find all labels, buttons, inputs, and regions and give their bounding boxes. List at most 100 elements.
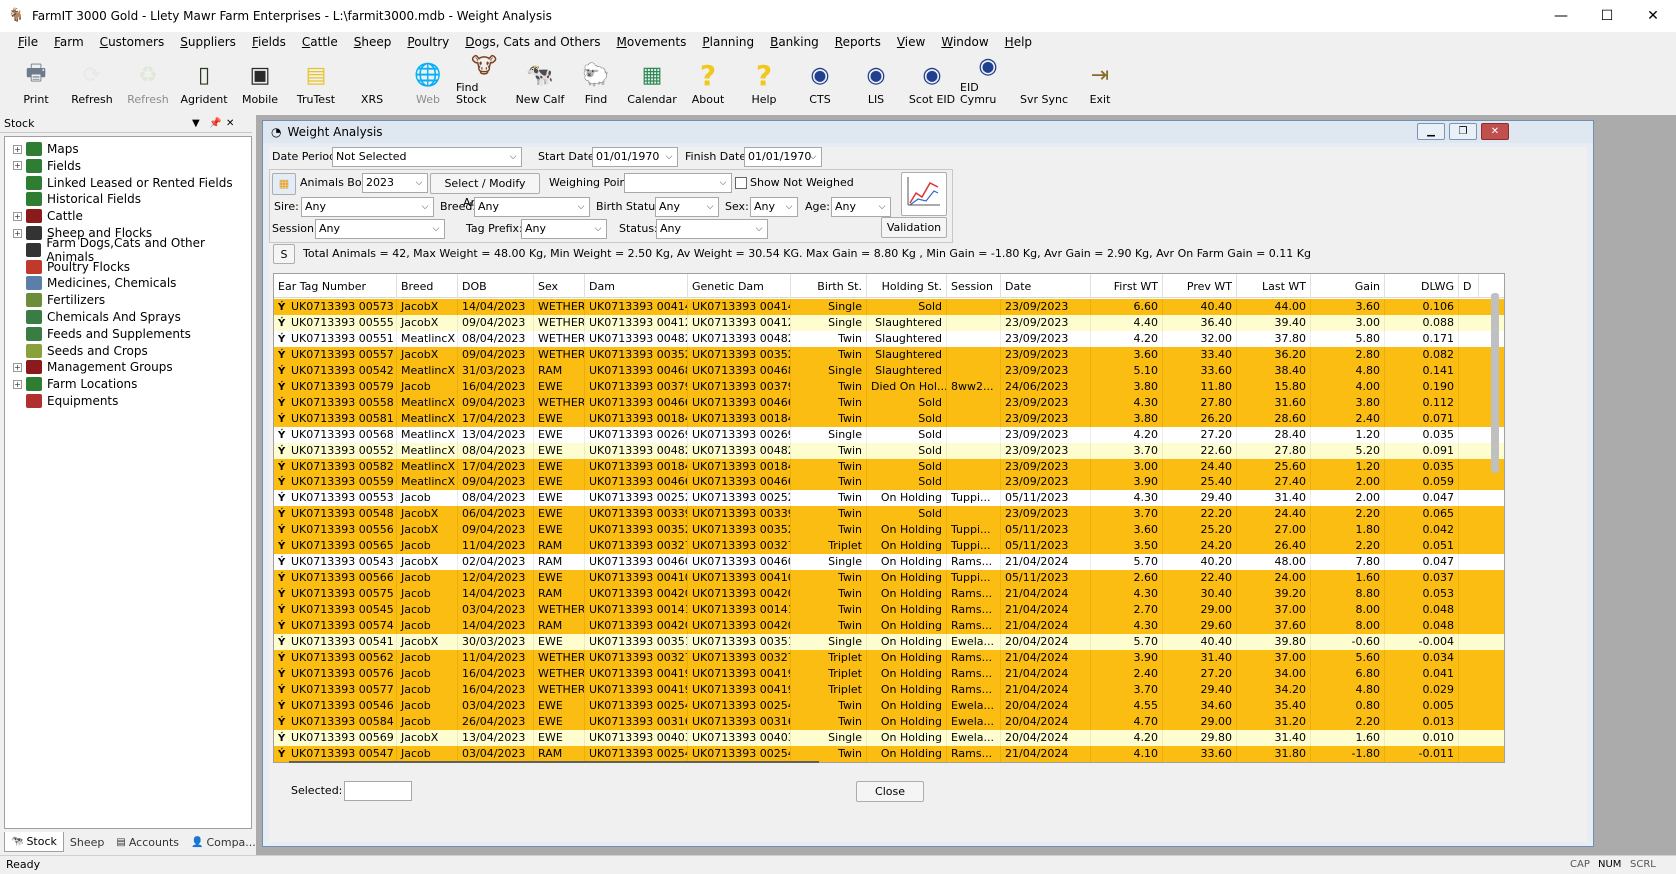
table-row[interactable]: Ý UK0713393 00573 JacobX 14/04/2023 WETHER UK… xyxy=(274,299,1504,315)
child-minimize-button[interactable]: ▁ xyxy=(1417,123,1445,140)
expand-icon[interactable]: + xyxy=(13,362,22,372)
tree-item-maps[interactable]: + Maps xyxy=(13,140,79,158)
session-select[interactable]: Any ⌵ xyxy=(315,219,445,239)
tree-item-fields[interactable]: + Fields xyxy=(13,157,81,175)
toolbar-about-button[interactable]: ? About xyxy=(680,53,736,110)
toolbar-find-button[interactable]: 🐑 Find xyxy=(568,53,624,110)
grid-select-button[interactable]: ▦ xyxy=(272,173,296,195)
tree-item-fertilizers[interactable]: Fertilizers xyxy=(13,291,105,309)
column-header-breed[interactable]: Breed xyxy=(397,274,458,298)
table-row[interactable]: Ý UK0713393 00569 JacobX 13/04/2023 EWE UK071… xyxy=(274,729,1504,746)
table-row[interactable]: Ý UK0713393 00552 MeatlincX 08/04/2023 EWE UK… xyxy=(274,442,1504,459)
expand-icon[interactable]: + xyxy=(13,211,22,221)
table-row[interactable]: Ý UK0713393 00565 Jacob 11/04/2023 RAM UK0713… xyxy=(274,538,1504,555)
minimize-button[interactable]: — xyxy=(1538,0,1584,32)
pane-dropdown-icon[interactable]: ▼ xyxy=(192,115,200,132)
tree-item-equipments[interactable]: Equipments xyxy=(13,392,118,410)
tree-item-cattle[interactable]: + Cattle xyxy=(13,207,83,225)
table-row[interactable]: Ý UK0713393 00553 Jacob 08/04/2023 EWE UK0713… xyxy=(274,490,1504,507)
sire-select[interactable]: Any ⌵ xyxy=(301,197,434,217)
column-header-gain[interactable]: Gain xyxy=(1311,274,1385,298)
expand-icon[interactable]: + xyxy=(13,144,22,154)
column-header-genetic-dam[interactable]: Genetic Dam xyxy=(688,274,791,298)
validation-button[interactable]: Validation xyxy=(881,217,947,238)
table-row[interactable]: Ý UK0713393 00551 MeatlincX 08/04/2023 WETHE… xyxy=(274,330,1504,347)
menu-farm[interactable]: Farm xyxy=(46,35,92,49)
menu-window[interactable]: Window xyxy=(933,35,996,49)
table-row[interactable]: Ý UK0713393 00574 Jacob 14/04/2023 RAM UK0713… xyxy=(274,618,1504,634)
age-select[interactable]: Any ⌵ xyxy=(831,197,891,217)
tree-item-poultry-flocks[interactable]: Poultry Flocks xyxy=(13,258,130,276)
column-header-dam[interactable]: Dam xyxy=(585,274,688,298)
table-row[interactable]: Ý UK0713393 00541 JacobX 30/03/2023 EWE UK071… xyxy=(274,633,1504,650)
tree-item-farm-locations[interactable]: + Farm Locations xyxy=(13,375,137,393)
tree-item-linked-leased-or-rented-fields[interactable]: Linked Leased or Rented Fields xyxy=(13,174,233,192)
column-header-session[interactable]: Session xyxy=(947,274,1001,298)
table-row[interactable]: Ý UK0713393 00577 Jacob 16/04/2023 WETHER UK0… xyxy=(274,681,1504,698)
table-row[interactable]: Ý UK0713393 00575 Jacob 14/04/2023 RAM UK0713… xyxy=(274,586,1504,603)
toolbar-lis-button[interactable]: ◉ LIS xyxy=(848,53,904,110)
table-row[interactable]: Ý UK0713393 00584 Jacob 26/04/2023 EWE UK0713… xyxy=(274,713,1504,730)
table-row[interactable]: Ý UK0713393 00548 JacobX 06/04/2023 EWE UK071… xyxy=(274,506,1504,523)
table-row[interactable]: Ý UK0713393 00582 MeatlincX 17/04/2023 EWE UK… xyxy=(274,458,1504,475)
menu-planning[interactable]: Planning xyxy=(694,35,762,49)
column-header-d[interactable]: D xyxy=(1459,274,1479,298)
left-tab-stock[interactable]: 🐄 Stock xyxy=(4,832,64,852)
weighing-point-select[interactable]: ⌵ xyxy=(624,173,732,193)
tag-prefix-select[interactable]: Any ⌵ xyxy=(521,219,607,239)
toolbar-help-button[interactable]: ? Help xyxy=(736,53,792,110)
menu-fields[interactable]: Fields xyxy=(244,35,294,49)
tree-item-management-groups[interactable]: + Management Groups xyxy=(13,358,173,376)
tree-item-seeds-and-crops[interactable]: Seeds and Crops xyxy=(13,342,148,360)
close-pane-icon[interactable]: ✕ xyxy=(226,115,234,132)
menu-poultry[interactable]: Poultry xyxy=(399,35,457,49)
toolbar-web-button[interactable]: 🌐 Web xyxy=(400,53,456,110)
toolbar-print-button[interactable]: 🖶 Print xyxy=(8,53,64,110)
table-row[interactable]: Ý UK0713393 00546 Jacob 03/04/2023 EWE UK0713… xyxy=(274,697,1504,714)
toolbar-mobile-button[interactable]: ▣ Mobile xyxy=(232,53,288,110)
tree-item-feeds-and-supplements[interactable]: Feeds and Supplements xyxy=(13,325,191,343)
child-restore-button[interactable]: ❐ xyxy=(1449,123,1477,140)
toolbar-exit-button[interactable]: ⇥ Exit xyxy=(1072,53,1128,110)
table-row[interactable]: Ý UK0713393 00555 JacobX 09/04/2023 WETHER UK… xyxy=(274,314,1504,331)
tree-item-chemicals-and-sprays[interactable]: Chemicals And Sprays xyxy=(13,308,181,326)
left-tab-compa[interactable]: 👤 Compa... xyxy=(185,832,262,852)
table-row[interactable]: Ý UK0713393 00556 JacobX 09/04/2023 EWE UK071… xyxy=(274,522,1504,539)
menu-banking[interactable]: Banking xyxy=(762,35,827,49)
show-not-weighed-checkbox[interactable] xyxy=(735,177,747,189)
table-row[interactable]: Ý UK0713393 00547 Jacob 03/04/2023 RAM UK0713… xyxy=(274,745,1504,762)
animals-born-select[interactable]: 2023 ⌵ xyxy=(362,173,428,193)
column-header-birth-st[interactable]: Birth St. xyxy=(791,274,867,298)
table-row[interactable]: Ý UK0713393 00545 Jacob 03/04/2023 WETHER UK0… xyxy=(274,602,1504,619)
toolbar-refresh-button[interactable]: ♻ Refresh xyxy=(120,53,176,110)
table-row[interactable]: Ý UK0713393 00557 JacobX 09/04/2023 WETHER UK… xyxy=(274,346,1504,363)
expand-icon[interactable]: + xyxy=(13,228,22,238)
table-row[interactable]: Ý UK0713393 00542 MeatlincX 31/03/2023 RAM UK… xyxy=(274,362,1504,379)
close-window-button[interactable]: ✕ xyxy=(1630,0,1676,32)
birth-status-select[interactable]: Any ⌵ xyxy=(655,197,719,217)
column-header-date[interactable]: Date xyxy=(1001,274,1091,298)
toolbar-scot-eid-button[interactable]: ◉ Scot EID xyxy=(904,53,960,110)
table-row[interactable]: Ý UK0713393 00581 MeatlincX 17/04/2023 EWE UK… xyxy=(274,410,1504,427)
column-header-sex[interactable]: Sex xyxy=(534,274,585,298)
grid-vertical-scrollbar[interactable] xyxy=(1491,293,1499,473)
menu-dogs-cats-and-others[interactable]: Dogs, Cats and Others xyxy=(457,35,608,49)
toolbar-xrs-button[interactable]: ╱ XRS xyxy=(344,53,400,110)
menu-movements[interactable]: Movements xyxy=(609,35,695,49)
start-date-picker[interactable]: 01/01/1970 ⌵ xyxy=(592,147,678,167)
table-row[interactable]: Ý UK0713393 00576 Jacob 16/04/2023 WETHER UK0… xyxy=(274,665,1504,682)
table-row[interactable]: Ý UK0713393 00558 MeatlincX 09/04/2023 WETHE… xyxy=(274,394,1504,411)
pin-icon[interactable]: 📌 xyxy=(209,115,221,132)
toolbar-agrident-button[interactable]: ▯ Agrident xyxy=(176,53,232,110)
table-row[interactable]: Ý UK0713393 00579 Jacob 16/04/2023 EWE UK0713… xyxy=(274,378,1504,395)
left-tab-accounts[interactable]: ▤ Accounts xyxy=(110,832,185,852)
sex-select[interactable]: Any ⌵ xyxy=(750,197,798,217)
toolbar-trutest-button[interactable]: ▤ TruTest xyxy=(288,53,344,110)
date-period-select[interactable]: Not Selected ⌵ xyxy=(332,147,522,167)
table-row[interactable]: Ý UK0713393 00566 Jacob 12/04/2023 EWE UK0713… xyxy=(274,570,1504,587)
tree-item-historical-fields[interactable]: Historical Fields xyxy=(13,190,141,208)
menu-suppliers[interactable]: Suppliers xyxy=(172,35,244,49)
expand-icon[interactable]: + xyxy=(13,379,22,389)
chart-button[interactable] xyxy=(901,172,947,216)
select-modify-animals-button[interactable]: Select / Modify Animals xyxy=(430,173,540,209)
